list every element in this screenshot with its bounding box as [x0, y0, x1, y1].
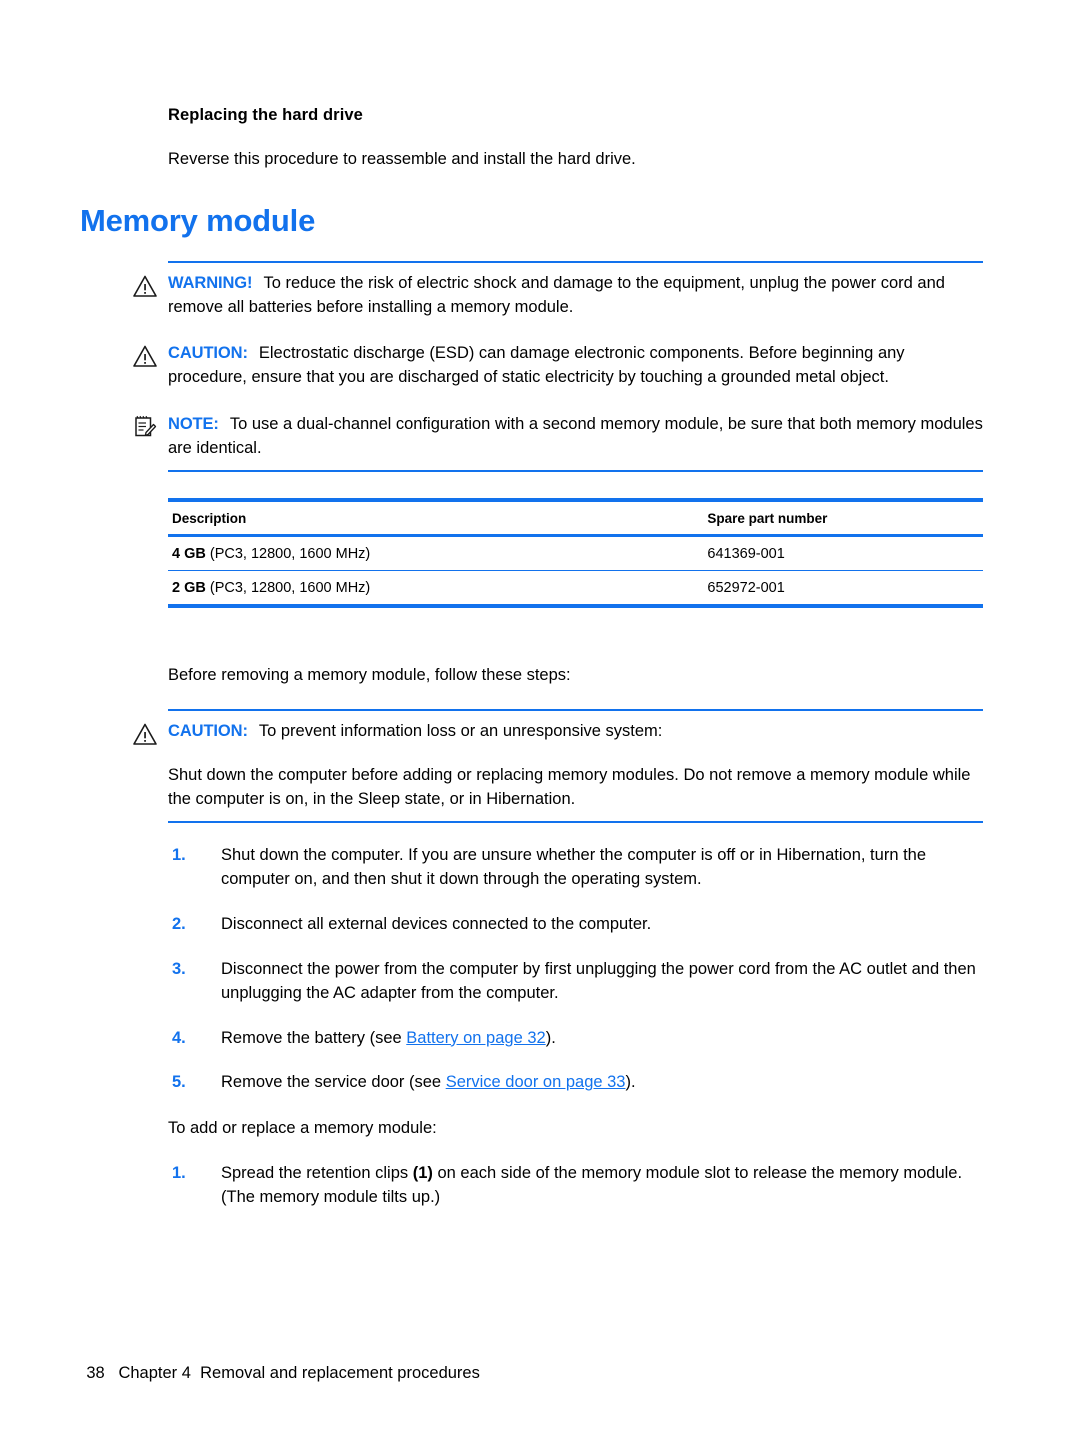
- admonition-warning: WARNING! To reduce the risk of electric s…: [133, 260, 983, 320]
- step-text-prefix: Remove the battery (see: [221, 1028, 407, 1047]
- step-text-prefix: Remove the service door (see: [221, 1073, 446, 1092]
- step-number: 5.: [172, 1073, 186, 1092]
- admonition-warning-text: To reduce the risk of electric shock and…: [168, 273, 945, 316]
- admonition-caution-esd-text: Electrostatic discharge (ESD) can damage…: [168, 343, 905, 386]
- admonition-caution-info-loss-label: CAUTION:: [168, 722, 248, 741]
- step-number: 4.: [172, 1028, 186, 1047]
- list-item: 2. Disconnect all external devices conne…: [168, 913, 983, 937]
- table-cell-part-number: 641369-001: [703, 535, 983, 572]
- admonition-warning-body: WARNING! To reduce the risk of electric s…: [168, 272, 983, 320]
- list-item: 1. Shut down the computer. If you are un…: [168, 844, 983, 892]
- link-service-door-on-page-33[interactable]: Service door on page 33: [446, 1073, 626, 1091]
- table-header-description: Description: [168, 498, 704, 538]
- admonition-caution-esd: CAUTION: Electrostatic discharge (ESD) ca…: [133, 342, 983, 390]
- page-title-memory-module: Memory module: [80, 202, 316, 238]
- footer-chapter-label: Chapter 4: [118, 1364, 191, 1382]
- step-callout-reference: (1): [412, 1164, 433, 1183]
- step-number: 3.: [172, 959, 186, 978]
- add-replace-steps-list: 1. Spread the retention clips (1) on eac…: [168, 1162, 983, 1210]
- step-text-suffix: ).: [545, 1028, 556, 1047]
- step-text: Disconnect the power from the computer b…: [221, 959, 976, 1002]
- table-header-row: Description Spare part number: [168, 498, 983, 538]
- add-replace-lead-text: To add or replace a memory module:: [168, 1119, 437, 1138]
- warning-triangle-icon: [132, 273, 158, 299]
- admonition-note-text: To use a dual-channel configuration with…: [168, 415, 983, 458]
- admonition-caution-esd-body: CAUTION: Electrostatic discharge (ESD) ca…: [168, 342, 983, 390]
- step-text-prefix: Spread the retention clips: [221, 1164, 413, 1183]
- warning-triangle-icon: [132, 343, 158, 369]
- list-item: 5. Remove the service door (see Service …: [168, 1071, 983, 1095]
- admonition-note-label: NOTE:: [168, 415, 219, 434]
- table-cell-description: 2 GB (PC3, 12800, 1600 MHz): [168, 570, 704, 609]
- step-number: 1.: [172, 1164, 186, 1183]
- footer-chapter-title: Removal and replacement procedures: [200, 1364, 480, 1382]
- step-text: Shut down the computer. If you are unsur…: [221, 845, 927, 888]
- sub-heading-body-text: Reverse this procedure to reassemble and…: [168, 149, 636, 168]
- table-cell-part-number: 652972-001: [703, 570, 983, 609]
- step-text: Disconnect all external devices connecte…: [221, 914, 652, 933]
- admonition-note-body: NOTE: To use a dual-channel configuration…: [168, 413, 983, 461]
- admonition-note: NOTE: To use a dual-channel configuration…: [135, 413, 983, 473]
- sub-heading-replacing-hard-drive: Replacing the hard drive: [168, 106, 363, 124]
- admonition-caution-info-loss-body: CAUTION: To prevent information loss or a…: [168, 720, 983, 744]
- table-header-spare-part-number: Spare part number: [703, 498, 983, 538]
- footer-gap-1: [105, 1364, 119, 1382]
- page-footer: 38 Chapter 4 Removal and replacement pro…: [68, 1345, 480, 1402]
- list-item: 1. Spread the retention clips (1) on eac…: [168, 1162, 983, 1210]
- table-cell-description-detail: (PC3, 12800, 1600 MHz): [209, 580, 371, 597]
- admonition-caution-info-loss: CAUTION: To prevent information loss or a…: [133, 709, 983, 823]
- memory-module-spec-table: Description Spare part number 4 GB (PC3,…: [168, 498, 983, 609]
- step-text-suffix: ).: [625, 1073, 636, 1092]
- admonition-warning-label: WARNING!: [168, 273, 253, 292]
- table-cell-capacity: 2 GB: [172, 580, 206, 597]
- page-content: Replacing the hard drive Reverse this pr…: [80, 105, 983, 1210]
- link-battery-on-page-32[interactable]: Battery on page 32: [406, 1029, 545, 1047]
- step-number: 1.: [172, 845, 186, 864]
- table-cell-capacity: 4 GB: [172, 546, 206, 563]
- table-row: 4 GB (PC3, 12800, 1600 MHz) 641369-001: [168, 535, 983, 572]
- table-cell-description: 4 GB (PC3, 12800, 1600 MHz): [168, 535, 704, 572]
- admonition-caution-esd-label: CAUTION:: [168, 343, 248, 362]
- before-removing-steps-list: 1. Shut down the computer. If you are un…: [168, 844, 983, 1095]
- before-removing-lead-text: Before removing a memory module, follow …: [168, 666, 571, 685]
- footer-page-number: 38: [86, 1364, 105, 1382]
- footer-gap-2: [191, 1364, 200, 1382]
- list-item: 3. Disconnect the power from the compute…: [168, 958, 983, 1006]
- warning-triangle-icon: [132, 721, 158, 747]
- document-page: Replacing the hard drive Reverse this pr…: [0, 0, 1080, 1437]
- admonition-caution-info-loss-extra: Shut down the computer before adding or …: [168, 766, 971, 809]
- step-number: 2.: [172, 914, 186, 933]
- table-cell-description-detail: (PC3, 12800, 1600 MHz): [209, 546, 371, 563]
- admonition-caution-info-loss-text: To prevent information loss or an unresp…: [258, 722, 663, 741]
- table-row: 2 GB (PC3, 12800, 1600 MHz) 652972-001: [168, 570, 983, 609]
- note-pad-icon: [132, 413, 158, 439]
- list-item: 4. Remove the battery (see Battery on pa…: [168, 1027, 983, 1051]
